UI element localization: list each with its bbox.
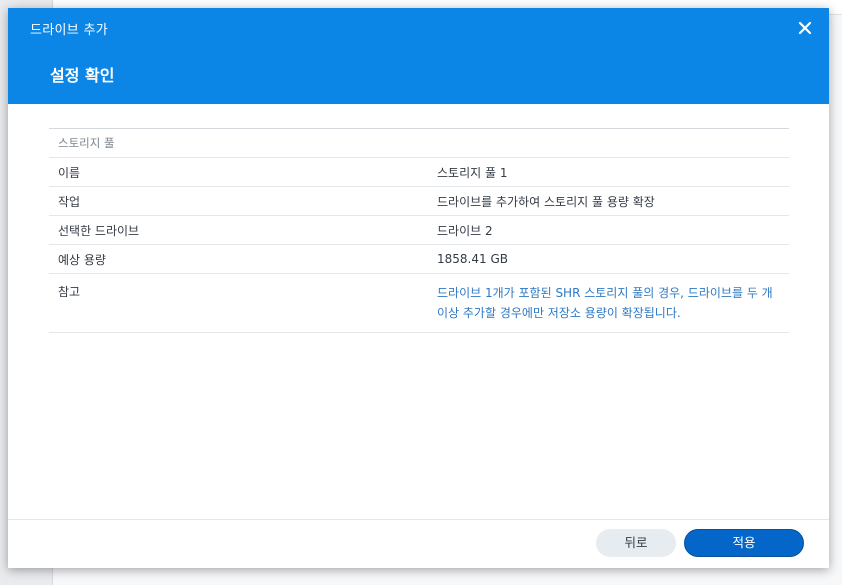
- apply-button[interactable]: 적용: [684, 529, 804, 557]
- back-button[interactable]: 뒤로: [596, 529, 676, 557]
- row-value-selected-drive: 드라이브 2: [428, 215, 789, 245]
- table-row-note: 참고 드라이브 1개가 포함된 SHR 스토리지 풀의 경우, 드라이브를 두 …: [49, 273, 789, 333]
- row-value-name: 스토리지 풀 1: [428, 157, 789, 187]
- step-title: 설정 확인: [50, 66, 115, 85]
- row-key-note: 참고: [49, 273, 428, 333]
- row-key-selected-drive: 선택한 드라이브: [49, 215, 428, 245]
- row-key-estimated-capacity: 예상 용량: [49, 244, 428, 274]
- dialog-footer: 뒤로 적용: [8, 519, 829, 568]
- close-button[interactable]: [795, 18, 815, 38]
- summary-section: 스토리지 풀 이름 스토리지 풀 1 작업 드라이브를 추가하여 스토리지 풀 …: [49, 128, 789, 333]
- row-value-operation: 드라이브를 추가하여 스토리지 풀 용량 확장: [428, 186, 789, 216]
- summary-table: 스토리지 풀 이름 스토리지 풀 1 작업 드라이브를 추가하여 스토리지 풀 …: [49, 128, 789, 333]
- dialog-title: 드라이브 추가: [30, 23, 108, 38]
- dialog-header: 드라이브 추가 설정 확인: [8, 8, 829, 104]
- table-row: 예상 용량 1858.41 GB: [49, 244, 789, 274]
- row-value-estimated-capacity: 1858.41 GB: [428, 244, 789, 274]
- close-icon: [798, 21, 812, 35]
- row-key-operation: 작업: [49, 186, 428, 216]
- row-key-name: 이름: [49, 157, 428, 187]
- group-header-label: 스토리지 풀: [49, 128, 789, 158]
- table-row: 선택한 드라이브 드라이브 2: [49, 215, 789, 245]
- table-row: 이름 스토리지 풀 1: [49, 157, 789, 187]
- table-row: 작업 드라이브를 추가하여 스토리지 풀 용량 확장: [49, 186, 789, 216]
- add-drive-dialog: 드라이브 추가 설정 확인 스토리지 풀 이름 스토리지 풀 1 작업 드라이브…: [8, 8, 829, 568]
- group-header-row: 스토리지 풀: [49, 128, 789, 158]
- note-text: 드라이브 1개가 포함된 SHR 스토리지 풀의 경우, 드라이브를 두 개 이…: [437, 286, 773, 320]
- row-value-note-cell: 드라이브 1개가 포함된 SHR 스토리지 풀의 경우, 드라이브를 두 개 이…: [428, 273, 789, 333]
